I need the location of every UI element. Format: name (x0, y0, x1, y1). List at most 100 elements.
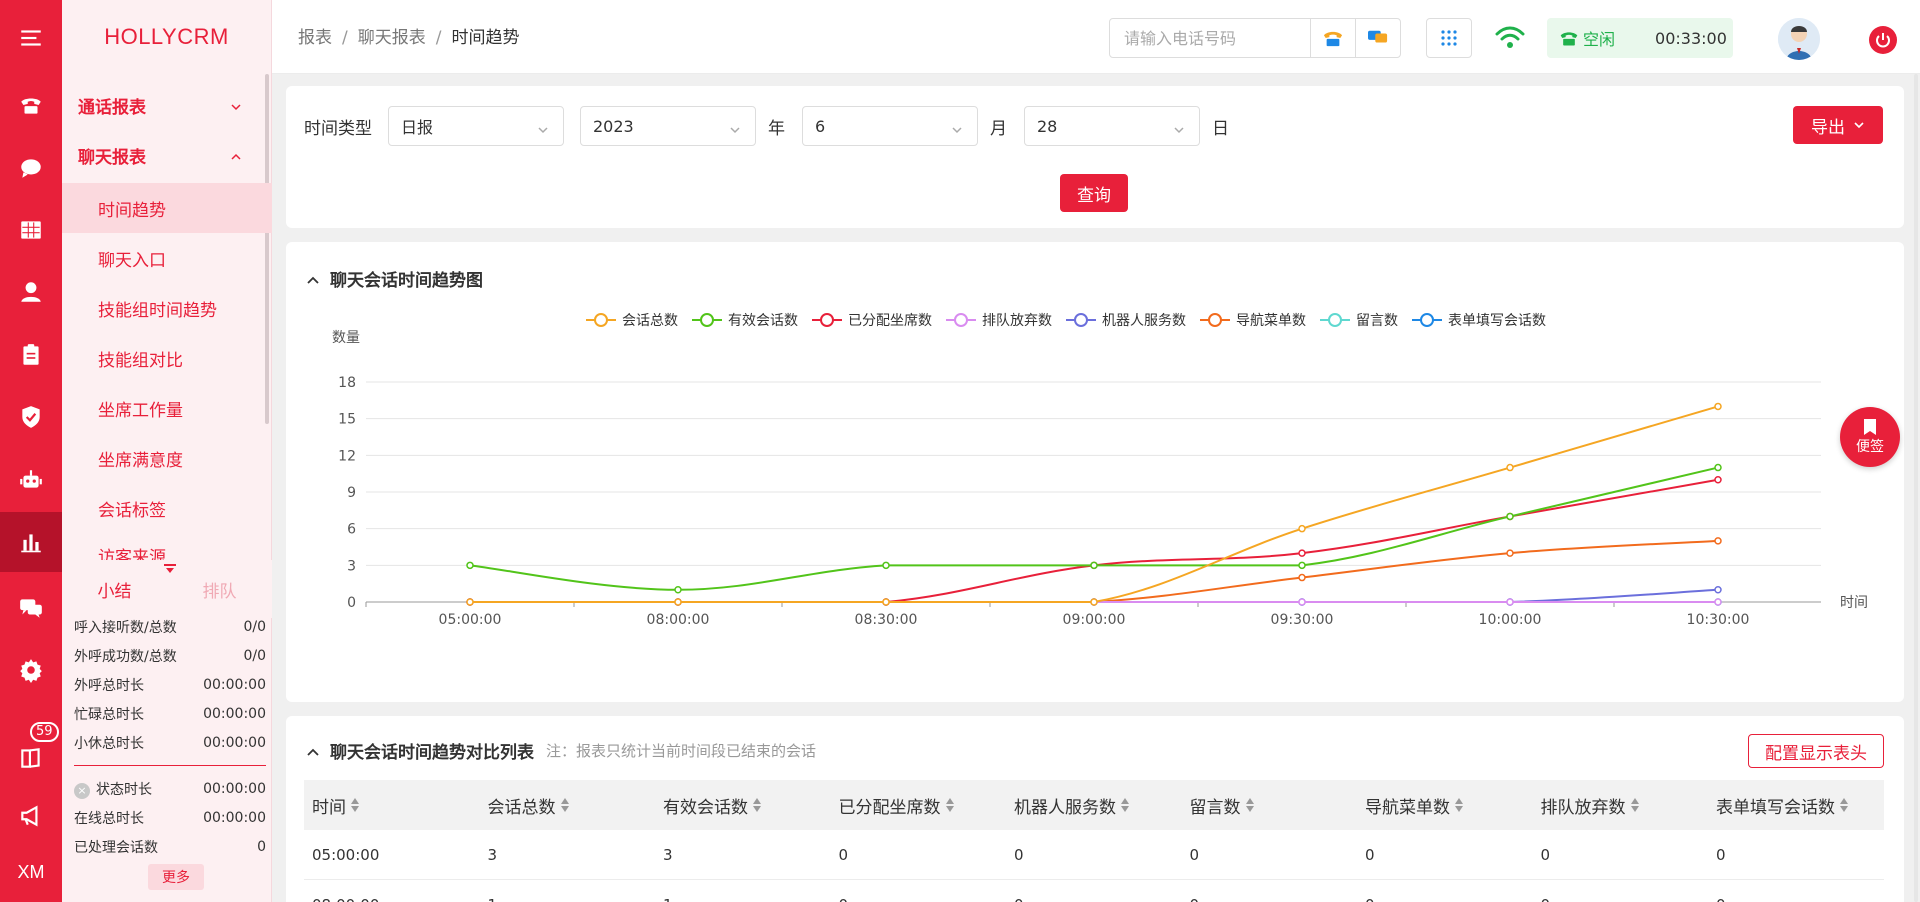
chevron-down-icon (951, 121, 963, 134)
year-unit: 年 (768, 119, 785, 139)
table-cell: 0 (1716, 845, 1726, 864)
report-sidebar: HOLLYCRM 通话报表 聊天报表 时间趋势 聊天入口 技能组时间趋势 技能组… (62, 0, 272, 902)
apps-grid-icon (1441, 30, 1457, 46)
dial-button[interactable] (1310, 19, 1355, 57)
page-scrollbar[interactable] (1914, 74, 1918, 902)
gear-icon[interactable] (0, 640, 62, 700)
column-header[interactable]: 已分配坐席数 (831, 793, 1007, 818)
sort-icon[interactable] (945, 797, 955, 813)
year-select[interactable]: 2023 (580, 106, 756, 146)
y-tick-label: 18 (338, 375, 356, 391)
table-section-toggle[interactable]: 聊天会话时间趋势对比列表 注：报表只统计当前时间段已结束的会话 (306, 738, 816, 763)
menu-toggle-icon[interactable] (0, 8, 62, 68)
table-cell: 0 (1182, 896, 1358, 902)
export-button[interactable]: 导出 (1793, 106, 1883, 144)
agent-status[interactable]: 空闲 00:33:00 (1547, 18, 1733, 58)
day-select[interactable]: 28 (1024, 106, 1200, 146)
breadcrumb-item[interactable]: 报表 (298, 28, 332, 48)
tab-queue[interactable]: 排队 (203, 577, 237, 602)
notification-badge: 59 (30, 722, 59, 742)
column-header[interactable]: 表单填写会话数 (1708, 793, 1884, 818)
sort-icon[interactable] (1454, 797, 1464, 813)
stat-row: 在线总时长 00:00:00 (74, 809, 266, 827)
phone-icon[interactable] (0, 75, 62, 135)
x-axis-label: 时间 (1840, 595, 1868, 611)
data-point (1714, 402, 1722, 411)
grid-icon[interactable] (0, 200, 62, 260)
sidebar-item-session-tags[interactable]: 会话标签 (62, 483, 272, 533)
sidebar-group-chat-reports[interactable]: 聊天报表 (62, 130, 272, 180)
sort-icon[interactable] (1245, 797, 1255, 813)
month-unit: 月 (990, 119, 1007, 139)
sidebar-item-skillgroup-compare[interactable]: 技能组对比 (62, 333, 272, 383)
data-point (1506, 463, 1514, 472)
chat-bubble-icon (1368, 30, 1388, 43)
breadcrumb-item[interactable]: 聊天报表 (358, 28, 426, 48)
chat-icon[interactable] (0, 138, 62, 198)
column-header[interactable]: 时间 (304, 793, 480, 818)
config-columns-button[interactable]: 配置显示表头 (1748, 734, 1884, 768)
sidebar-item-agent-workload[interactable]: 坐席工作量 (62, 383, 272, 433)
sidebar-item-visitor-source[interactable]: 访客来源 (62, 533, 272, 561)
close-icon[interactable]: × (74, 782, 90, 799)
status-timer: 00:33:00 (1655, 28, 1727, 48)
sidebar-item-chat-entry[interactable]: 聊天入口 (62, 233, 272, 283)
megaphone-icon[interactable] (0, 786, 62, 846)
chevron-down-icon (1173, 121, 1185, 134)
stat-row: 外呼总时长 00:00:00 (74, 676, 266, 694)
column-header[interactable]: 有效会话数 (655, 793, 831, 818)
chat-dial-button[interactable] (1355, 19, 1400, 57)
sort-icon[interactable] (752, 797, 762, 813)
column-header[interactable]: 导航菜单数 (1357, 793, 1533, 818)
sidebar-group-label: 通话报表 (78, 97, 146, 118)
query-button[interactable]: 查询 (1060, 174, 1128, 212)
user-icon[interactable] (0, 262, 62, 322)
sort-icon[interactable] (350, 797, 360, 813)
sort-icon[interactable] (1839, 797, 1849, 813)
column-header[interactable]: 机器人服务数 (1006, 793, 1182, 818)
tab-summary[interactable]: 小结 (98, 577, 132, 602)
avatar[interactable] (1778, 18, 1820, 60)
shield-icon[interactable] (0, 387, 62, 447)
bookmark-button[interactable]: 便签 (1840, 407, 1900, 467)
clipboard-icon[interactable] (0, 325, 62, 385)
month-select[interactable]: 6 (802, 106, 978, 146)
x-tick-label: 05:00:00 (439, 612, 502, 628)
table-cell: 3 (487, 845, 498, 864)
table-cell: 0 (838, 845, 849, 864)
table-cell: 0 (1189, 845, 1200, 864)
logout-button[interactable] (1869, 26, 1897, 54)
sidebar-item-skillgroup-trend[interactable]: 技能组时间趋势 (62, 283, 272, 333)
table-cell: 1 (655, 896, 831, 902)
message-icon[interactable] (0, 578, 62, 638)
sort-icon[interactable] (560, 797, 570, 813)
day-unit: 日 (1212, 119, 1229, 139)
stat-row: 外呼成功数/总数 0/0 (74, 647, 266, 665)
sort-icon[interactable] (1630, 797, 1640, 813)
robot-icon[interactable] (0, 450, 62, 510)
stats-tabs: 小结 排队 (62, 560, 272, 618)
column-header[interactable]: 排队放弃数 (1533, 793, 1709, 818)
time-type-select[interactable]: 日报 (388, 106, 564, 146)
chevron-down-icon (729, 121, 741, 134)
chart-icon[interactable] (0, 512, 62, 572)
sort-icon[interactable] (1120, 797, 1130, 813)
user-initials[interactable]: XM (0, 842, 62, 902)
column-header[interactable]: 会话总数 (480, 793, 656, 818)
breadcrumb-current: 时间趋势 (451, 28, 520, 48)
table-row: 08:00:0011000000 (304, 880, 1884, 902)
power-icon (1876, 33, 1890, 48)
more-button[interactable]: 更多 (148, 864, 204, 890)
sidebar-item-time-trend[interactable]: 时间趋势 (62, 183, 272, 233)
phone-input[interactable] (1110, 19, 1310, 57)
column-header[interactable]: 留言数 (1182, 793, 1358, 818)
apps-button[interactable] (1426, 18, 1472, 58)
table-cell: 08:00:00 (304, 896, 480, 902)
y-tick-label: 9 (347, 485, 356, 501)
stat-row: 忙碌总时长 00:00:00 (74, 705, 266, 723)
book-icon[interactable]: 59 (0, 722, 62, 788)
icon-rail: 59 XM (0, 0, 62, 902)
sidebar-group-call-reports[interactable]: 通话报表 (62, 80, 272, 130)
phone-status-icon (1560, 32, 1578, 46)
sidebar-item-agent-satisfaction[interactable]: 坐席满意度 (62, 433, 272, 483)
